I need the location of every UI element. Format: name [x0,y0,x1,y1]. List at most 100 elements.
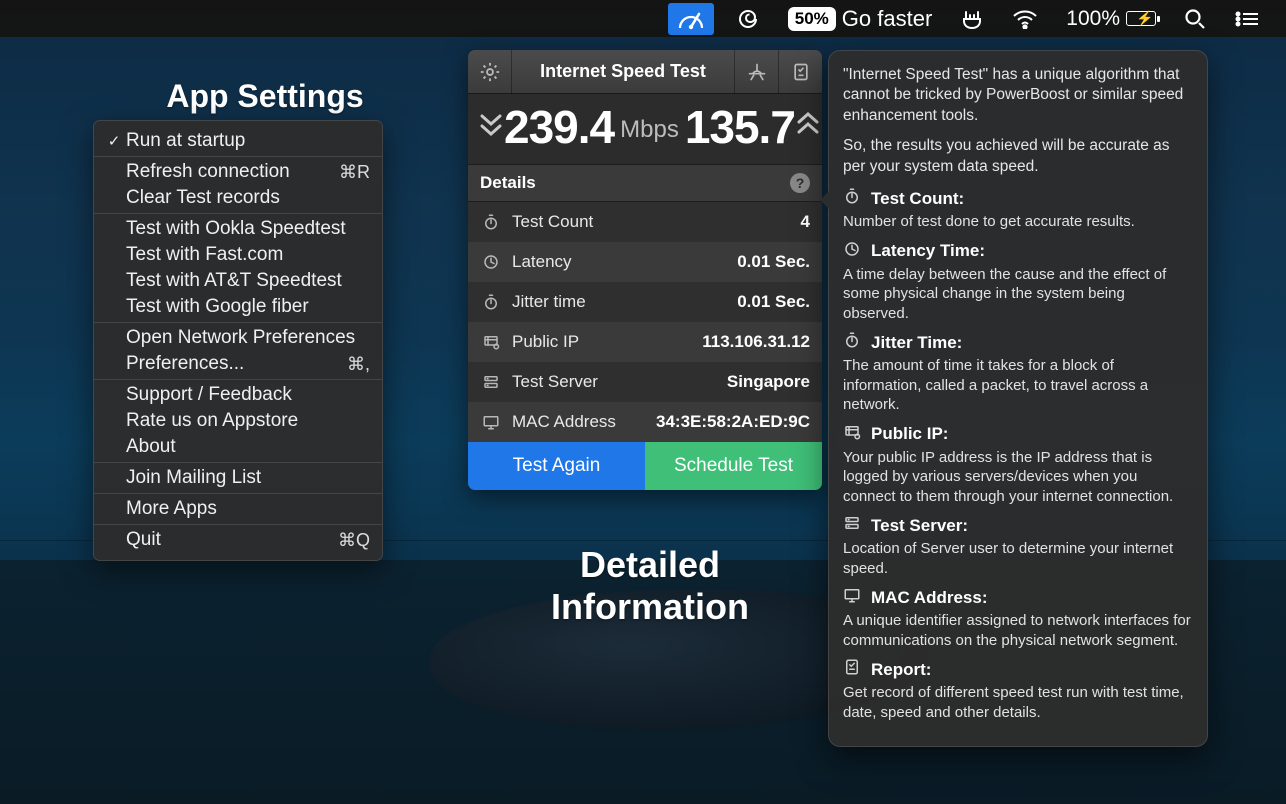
menu-item-label: Test with Fast.com [122,244,370,266]
menu-item[interactable]: Refresh connection⌘R [94,159,382,185]
menu-item-label: Quit [122,529,338,551]
detail-value: 34:3E:58:2A:ED:9C [656,412,810,432]
stopwatch-icon [843,187,863,210]
detail-row: Latency0.01 Sec. [468,242,822,282]
report-icon [843,658,863,681]
menu-item-label: Clear Test records [122,187,370,209]
stopwatch-icon [480,213,502,231]
menu-item[interactable]: Clear Test records [94,185,382,211]
detail-value: 4 [801,212,810,232]
latency-icon [480,253,502,271]
info-section-title: Test Count: [871,189,964,209]
info-section-title: Public IP: [871,424,948,444]
wifi-icon[interactable] [1006,0,1044,37]
detail-row: Jitter time0.01 Sec. [468,282,822,322]
menu-item[interactable]: Preferences...⌘, [94,351,382,377]
menu-item[interactable]: About [94,434,382,460]
info-section: Test Count: Number of test done to get ac… [843,187,1193,232]
menu-item-label: Test with Google fiber [122,296,370,318]
info-section-desc: Your public IP address is the IP address… [843,448,1193,507]
info-popover: "Internet Speed Test" has a unique algor… [828,50,1208,747]
boost-button[interactable]: 50% Go faster [782,0,939,37]
stopwatch-icon [480,293,502,311]
gear-icon[interactable] [468,50,512,94]
detail-key: Jitter time [512,292,737,312]
speed-unit: Mbps [614,116,685,150]
detail-value: 0.01 Sec. [737,252,810,272]
menu-item-label: About [122,436,370,458]
spotlight-search-icon[interactable] [1178,0,1212,37]
info-section-title: Report: [871,660,931,680]
menu-check-icon: ✓ [106,132,122,150]
menu-item-label: Rate us on Appstore [122,410,370,432]
info-section-desc: The amount of time it takes for a block … [843,356,1193,415]
menu-item[interactable]: More Apps [94,496,382,522]
help-icon[interactable]: ? [790,173,810,193]
details-label: Details [480,173,536,193]
stopwatch-icon [843,331,863,354]
menu-item[interactable]: Rate us on Appstore [94,408,382,434]
upload-speed: 135.7 [685,104,795,150]
attachment-icon[interactable] [730,0,766,37]
battery-percent: 100% [1066,7,1120,31]
boost-percent: 50% [788,7,836,31]
panel-title: Internet Speed Test [512,61,734,82]
detail-value: 0.01 Sec. [737,292,810,312]
info-section-title: Latency Time: [871,241,985,261]
menu-item[interactable]: ✓Run at startup [94,128,382,154]
info-section: Latency Time:A time delay between the ca… [843,240,1193,324]
download-arrow-icon [478,109,504,146]
info-section: Test Server: Location of Server user to d… [843,514,1193,578]
menu-shortcut: ⌘R [339,162,370,183]
menu-item[interactable]: Test with Fast.com [94,242,382,268]
test-again-button[interactable]: Test Again [468,442,645,490]
info-section: Report: Get record of different speed tes… [843,658,1193,722]
menu-item[interactable]: Join Mailing List [94,465,382,491]
detail-key: Latency [512,252,737,272]
detail-key: MAC Address [512,412,656,432]
popover-intro-1: "Internet Speed Test" has a unique algor… [843,65,1193,126]
menu-item-label: More Apps [122,498,370,520]
info-section-desc: Number of test done to get accurate resu… [843,212,1193,232]
info-section-desc: Location of Server user to determine you… [843,539,1193,578]
menu-item-label: Test with AT&T Speedtest [122,270,370,292]
menu-item-label: Join Mailing List [122,467,370,489]
menu-item[interactable]: Test with AT&T Speedtest [94,268,382,294]
detail-row: Test ServerSingapore [468,362,822,402]
speed-app-icon[interactable] [668,3,714,35]
detail-key: Public IP [512,332,702,352]
monitor-icon [480,413,502,431]
control-center-icon[interactable] [1228,0,1266,37]
info-section-desc: Get record of different speed test run w… [843,683,1193,722]
info-section-title: Test Server: [871,516,968,536]
detailed-info-heading: Detailed Information [480,544,820,628]
report-icon[interactable] [778,50,822,94]
info-section-title: Jitter Time: [871,333,962,353]
latency-icon [843,240,863,263]
info-section-title: MAC Address: [871,588,988,608]
download-speed: 239.4 [504,104,614,150]
go-faster-label: Go faster [842,6,932,32]
app-settings-menu: ✓Run at startupRefresh connection⌘RClear… [93,120,383,561]
menu-item-label: Run at startup [122,130,370,152]
upload-arrow-icon [795,109,821,146]
detail-row: Test Count4 [468,202,822,242]
menu-item[interactable]: Test with Google fiber [94,294,382,320]
menu-item[interactable]: Quit⌘Q [94,527,382,553]
detail-row: Public IP113.106.31.12 [468,322,822,362]
menu-item-label: Refresh connection [122,161,339,183]
globe-icon [843,423,863,446]
detail-row: MAC Address34:3E:58:2A:ED:9C [468,402,822,442]
battery-indicator[interactable]: 100% ⚡ [1060,0,1162,37]
speed-test-panel: Internet Speed Test 239.4 Mbps 135.7 Det… [468,50,822,490]
popover-intro-2: So, the results you achieved will be acc… [843,136,1193,177]
detail-value: Singapore [727,372,810,392]
info-section: Public IP: Your public IP address is the … [843,423,1193,507]
menu-item[interactable]: Open Network Preferences [94,325,382,351]
monitor-icon [843,586,863,609]
rock-hand-icon[interactable] [954,0,990,37]
schedule-test-button[interactable]: Schedule Test [645,442,822,490]
menu-item[interactable]: Support / Feedback [94,382,382,408]
pin-icon[interactable] [734,50,778,94]
menu-item[interactable]: Test with Ookla Speedtest [94,216,382,242]
